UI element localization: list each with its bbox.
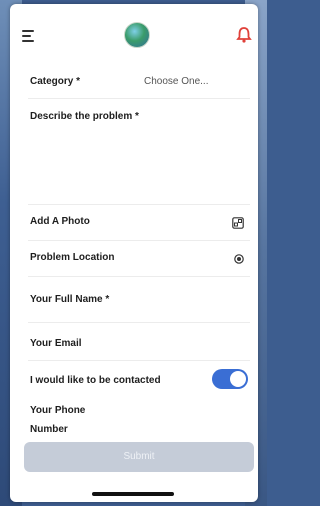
bell-icon[interactable] [236,26,252,44]
category-label: Category * [30,76,81,87]
email-input[interactable] [28,350,250,358]
toggle-knob [230,371,246,387]
fullname-input[interactable] [28,306,250,320]
fullname-label: Your Full Name * [30,294,110,305]
home-indicator[interactable] [92,492,174,496]
phone-label-line1: Your Phone [30,405,86,416]
email-label: Your Email [30,338,82,349]
contact-label: I would like to be contacted [30,375,161,386]
location-target-icon[interactable] [233,252,245,264]
add-photo-icon[interactable] [232,216,244,229]
problem-location-label: Problem Location [30,252,115,263]
app-screen: Category * Choose One... Describe the pr… [10,4,258,502]
submit-button[interactable]: Submit [24,442,254,472]
divider [28,276,250,277]
divider [28,360,250,361]
phone-label-line2: Number [30,424,68,435]
add-photo-label: Add A Photo [30,216,90,227]
contact-toggle[interactable] [212,369,248,389]
description-textarea[interactable] [28,124,250,204]
divider [28,240,250,241]
app-header [10,4,258,64]
divider [28,204,250,205]
globe-logo-icon [124,22,150,48]
hamburger-menu-icon[interactable] [22,28,38,42]
category-select[interactable]: Choose One... [144,76,208,87]
divider [28,322,250,323]
divider [28,98,250,99]
description-label: Describe the problem * [30,111,139,122]
